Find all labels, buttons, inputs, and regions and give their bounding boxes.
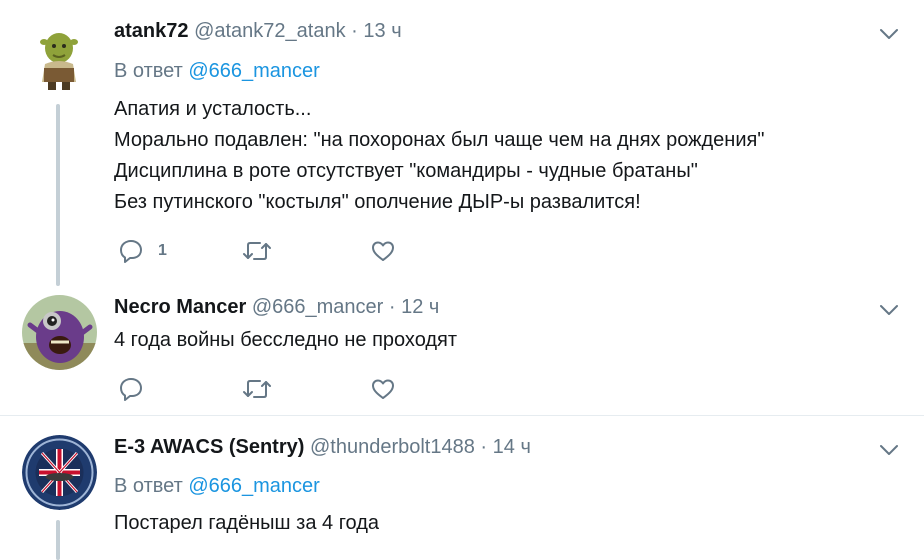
tweet-text: Постарел гадёныш за 4 года bbox=[114, 508, 379, 539]
reply-mention-link[interactable]: @666_mancer bbox=[188, 60, 319, 82]
tweet-text-line: Дисциплина в роте отсутствует "командиры… bbox=[114, 160, 698, 182]
tweet[interactable]: Necro Mancer @666_mancer · 12 ч 4 года в… bbox=[0, 291, 924, 415]
heart-icon bbox=[372, 241, 394, 261]
tweet[interactable]: atank72 @atank72_atank · 13 ч В ответ @6… bbox=[0, 0, 924, 291]
tweet-menu-button[interactable] bbox=[878, 23, 900, 45]
chevron-down-icon bbox=[880, 305, 898, 315]
ogre-avatar-icon bbox=[22, 18, 97, 93]
separator-dot: · bbox=[480, 436, 488, 458]
tweet-text-line: Апатия и усталость... bbox=[114, 98, 312, 120]
tweet-header: E-3 AWACS (Sentry) @thunderbolt1488 · 14… bbox=[114, 436, 531, 459]
squadron-patch-avatar-icon bbox=[22, 435, 97, 510]
tweet-timestamp[interactable]: 12 ч bbox=[401, 296, 439, 318]
separator-dot: · bbox=[351, 20, 358, 42]
reply-context: В ответ @666_mancer bbox=[114, 60, 320, 83]
display-name[interactable]: Necro Mancer bbox=[114, 296, 246, 318]
chevron-down-icon bbox=[880, 445, 898, 455]
user-handle[interactable]: @thunderbolt1488 bbox=[310, 436, 475, 458]
tweet[interactable]: E-3 AWACS (Sentry) @thunderbolt1488 · 14… bbox=[0, 416, 924, 560]
heart-icon bbox=[372, 379, 394, 399]
reply-button[interactable] bbox=[118, 374, 144, 404]
tweet-header: Necro Mancer @666_mancer · 12 ч bbox=[114, 296, 439, 319]
avatar[interactable] bbox=[22, 18, 97, 93]
reply-icon bbox=[120, 378, 142, 401]
chevron-down-icon bbox=[880, 29, 898, 39]
retweet-button[interactable] bbox=[242, 236, 272, 266]
tweet-menu-button[interactable] bbox=[878, 439, 900, 461]
purple-creature-avatar-icon bbox=[22, 295, 97, 370]
reply-icon bbox=[120, 240, 142, 263]
reply-mention-link[interactable]: @666_mancer bbox=[188, 475, 319, 497]
tweet-text: 4 года войны бесследно не проходят bbox=[114, 325, 457, 356]
like-button[interactable] bbox=[370, 374, 396, 404]
retweet-icon bbox=[243, 242, 271, 260]
retweet-icon bbox=[243, 380, 271, 398]
avatar[interactable] bbox=[22, 435, 97, 510]
reply-prefix: В ответ bbox=[114, 60, 183, 82]
tweet-menu-button[interactable] bbox=[878, 299, 900, 321]
tweet-text-line: Без путинского "костыля" ополчение ДЫР-ы… bbox=[114, 191, 641, 213]
tweet-text-line: 4 года войны бесследно не проходят bbox=[114, 329, 458, 351]
reply-button[interactable]: 1 bbox=[118, 236, 167, 266]
reply-context: В ответ @666_mancer bbox=[114, 475, 320, 498]
like-button[interactable] bbox=[370, 236, 396, 266]
retweet-button[interactable] bbox=[242, 374, 272, 404]
tweet-timestamp[interactable]: 14 ч bbox=[493, 436, 531, 458]
user-handle[interactable]: @666_mancer bbox=[252, 296, 383, 318]
user-handle[interactable]: @atank72_atank bbox=[194, 20, 346, 42]
reply-count: 1 bbox=[158, 242, 167, 259]
display-name[interactable]: atank72 bbox=[114, 20, 189, 42]
tweet-text-line: Постарел гадёныш за 4 года bbox=[114, 512, 380, 534]
thread-line bbox=[56, 104, 60, 286]
reply-prefix: В ответ bbox=[114, 475, 183, 497]
display-name[interactable]: E-3 AWACS (Sentry) bbox=[114, 436, 304, 458]
thread-line bbox=[56, 520, 60, 560]
separator-dot: · bbox=[388, 296, 396, 318]
tweet-text-line: Морально подавлен: "на похоронах был чащ… bbox=[114, 129, 765, 151]
tweet-timestamp[interactable]: 13 ч bbox=[363, 20, 401, 42]
tweet-header: atank72 @atank72_atank · 13 ч bbox=[114, 20, 402, 43]
tweet-text: Апатия и усталость... Морально подавлен:… bbox=[114, 94, 764, 218]
avatar[interactable] bbox=[22, 295, 97, 370]
